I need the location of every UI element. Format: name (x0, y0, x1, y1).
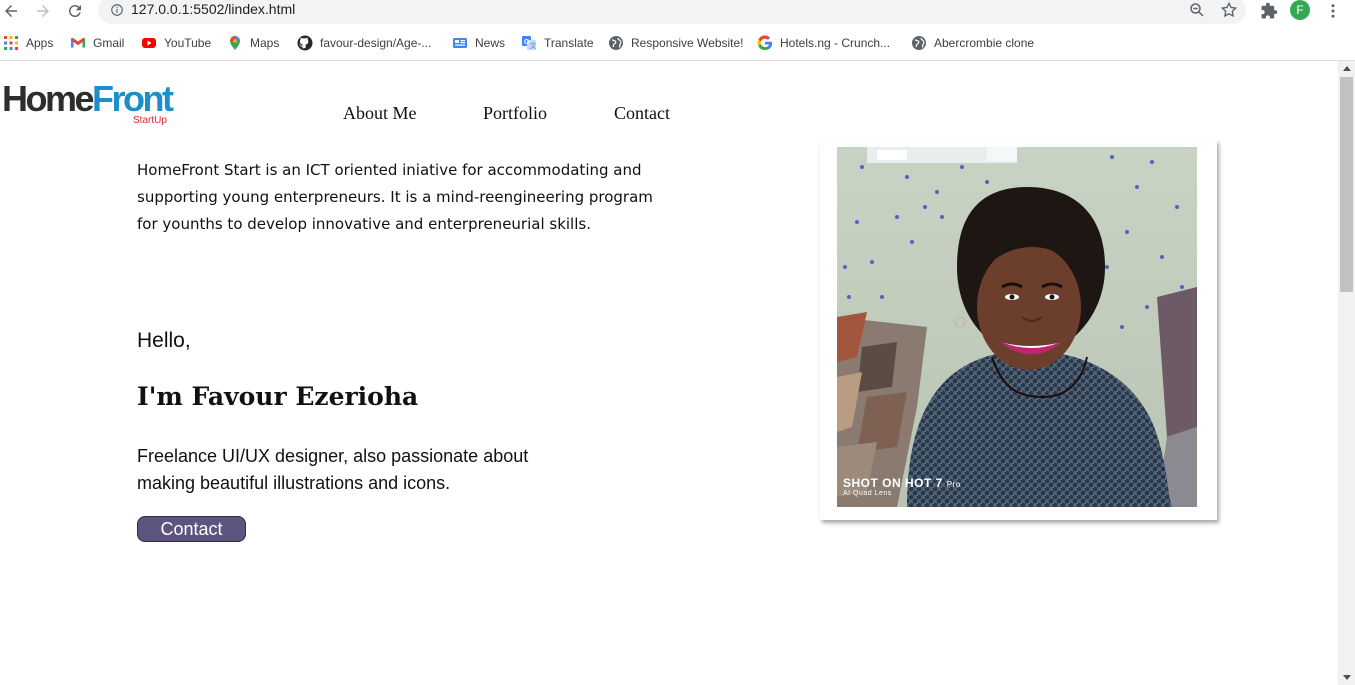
extensions-button[interactable] (1258, 0, 1280, 22)
back-button[interactable] (0, 0, 22, 22)
forward-button[interactable] (32, 0, 54, 22)
news-icon (452, 35, 468, 51)
kebab-menu-icon (1331, 4, 1335, 18)
photo-watermark: SHOT ON HOT 7 Pro AI Quad Lens (843, 476, 961, 497)
reload-button[interactable] (64, 0, 86, 22)
portrait-illustration (837, 147, 1197, 507)
gmail-icon (70, 35, 86, 51)
bookmark-label: Abercrombie clone (934, 36, 1035, 50)
bookmark-label: favour-design/Age-... (320, 36, 432, 50)
bookmark-translate[interactable]: G文 Translate (521, 34, 594, 52)
bookmark-label: News (475, 36, 506, 50)
address-bar[interactable]: 127.0.0.1:5502/lindex.html (98, 0, 1246, 24)
globe-icon (911, 35, 927, 51)
bookmark-gmail[interactable]: Gmail (70, 34, 124, 52)
bookmark-abercrombie-clone[interactable]: Abercrombie clone (911, 34, 1034, 52)
bookmark-label: Gmail (93, 36, 125, 50)
site-logo[interactable]: HomeFront StartUp (2, 79, 177, 129)
bookmark-hotels-ng[interactable]: Hotels.ng - Crunch... (757, 34, 890, 52)
globe-icon (608, 35, 624, 51)
profile-photo: SHOT ON HOT 7 Pro AI Quad Lens (837, 147, 1197, 507)
scroll-up-arrow-icon[interactable] (1338, 61, 1355, 75)
profile-avatar[interactable]: F (1290, 0, 1310, 20)
bookmark-responsive-website[interactable]: Responsive Website! (608, 34, 744, 52)
bookmark-label: Apps (26, 36, 54, 50)
scroll-thumb[interactable] (1340, 77, 1353, 292)
profile-photo-frame: SHOT ON HOT 7 Pro AI Quad Lens (820, 140, 1217, 520)
bookmark-label: Responsive Website! (631, 36, 744, 50)
nav-portfolio[interactable]: Portfolio (483, 103, 547, 124)
logo-subtitle: StartUp (133, 115, 167, 126)
bookmarks-bar: Apps Gmail YouTube Maps favour-design/Ag… (0, 30, 1355, 56)
page-scrollbar[interactable] (1338, 61, 1355, 685)
logo-wordmark: HomeFront (2, 78, 174, 119)
reload-icon (68, 5, 81, 18)
github-icon (297, 35, 313, 51)
watermark-line2: AI Quad Lens (843, 490, 892, 497)
bookmark-label: YouTube (164, 36, 212, 50)
zoom-icon (1190, 3, 1204, 17)
nav-contact[interactable]: Contact (614, 103, 670, 124)
forward-arrow-icon (37, 5, 49, 17)
hero-name: I'm Favour Ezerioha (137, 382, 419, 411)
browser-toolbar: 127.0.0.1:5502/lindex.html F (0, 0, 1355, 24)
bookmark-maps[interactable]: Maps (227, 34, 279, 52)
bookmark-label: Translate (544, 36, 594, 50)
bookmark-github-repo[interactable]: favour-design/Age-... (297, 34, 431, 52)
star-icon (1220, 1, 1238, 18)
back-arrow-icon (5, 5, 17, 17)
translate-icon: G文 (521, 35, 537, 51)
google-icon (757, 35, 773, 51)
watermark-line1: SHOT ON HOT 7 Pro (843, 476, 961, 490)
page-viewport: HomeFront StartUp About Me Portfolio Con… (0, 61, 1338, 685)
scroll-down-arrow-icon[interactable] (1338, 671, 1355, 685)
bookmark-label: Hotels.ng - Crunch... (780, 36, 891, 50)
bookmark-youtube[interactable]: YouTube (141, 34, 211, 52)
apps-grid-icon (3, 35, 19, 51)
bookmark-label: Maps (250, 36, 280, 50)
nav-about-me[interactable]: About Me (343, 103, 417, 124)
greeting: Hello, (137, 329, 191, 352)
info-icon[interactable] (110, 3, 124, 17)
hero-tagline: Freelance UI/UX designer, also passionat… (137, 446, 529, 493)
svg-text:文: 文 (530, 41, 537, 50)
logo-home-text: Home (2, 78, 95, 119)
logo-front-text: Front (92, 78, 174, 119)
maps-pin-icon (227, 35, 243, 51)
bookmark-apps[interactable]: Apps (3, 34, 53, 52)
bookmark-news[interactable]: News (452, 34, 505, 52)
menu-button[interactable] (1322, 0, 1344, 22)
puzzle-icon (1261, 2, 1278, 19)
youtube-icon (141, 35, 157, 51)
contact-button[interactable]: Contact (137, 516, 246, 542)
bookmark-star-button[interactable] (1218, 0, 1240, 21)
url-text: 127.0.0.1:5502/lindex.html (131, 1, 296, 17)
intro-paragraph: HomeFront Start is an ICT oriented iniat… (137, 161, 653, 233)
zoom-button[interactable] (1186, 0, 1208, 21)
